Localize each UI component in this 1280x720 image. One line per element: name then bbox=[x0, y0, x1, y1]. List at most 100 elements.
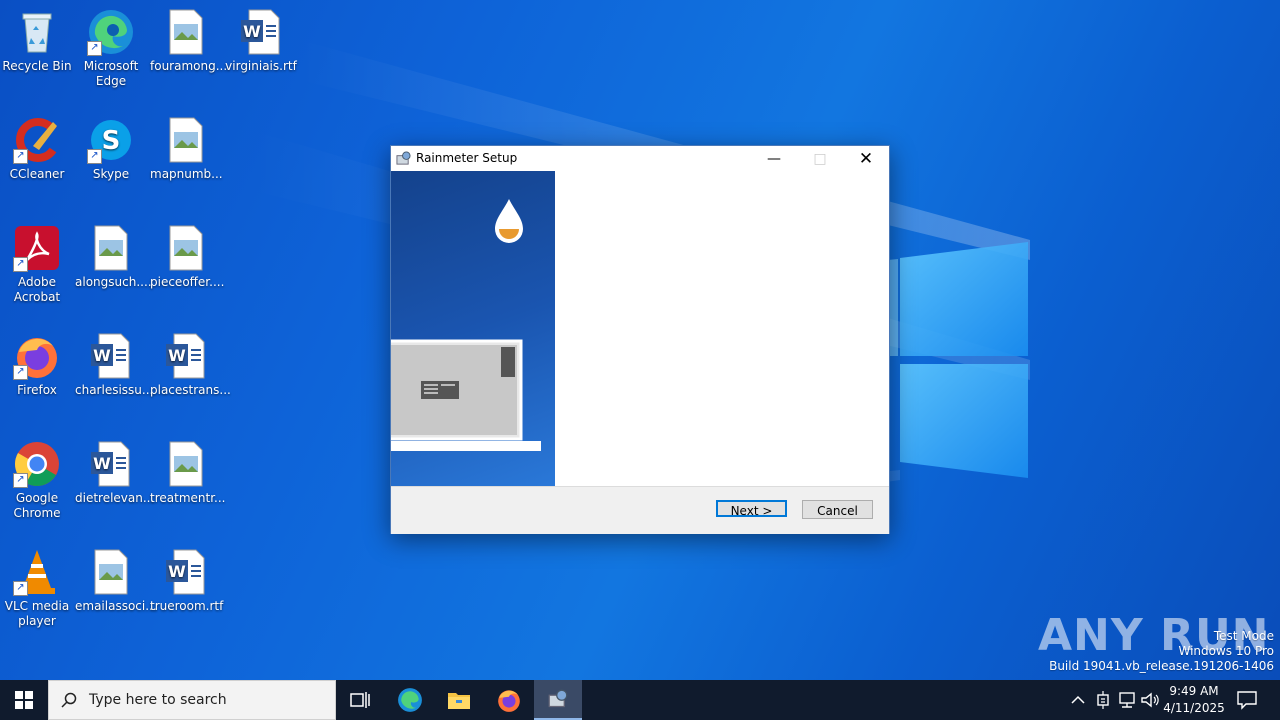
show-hidden-icons-button[interactable] bbox=[1068, 690, 1088, 714]
desktop-icon-label: VLC media player bbox=[4, 599, 70, 628]
windows-logo-icon bbox=[15, 691, 33, 709]
firefox-icon bbox=[498, 690, 520, 712]
word-doc-icon: W bbox=[91, 441, 130, 487]
shortcut-arrow-icon: ↗ bbox=[13, 365, 28, 380]
desktop-icon-fouramong[interactable]: fouramong... bbox=[150, 8, 228, 74]
shortcut-arrow-icon: ↗ bbox=[87, 149, 102, 164]
shortcut-arrow-icon: ↗ bbox=[13, 473, 28, 488]
taskbar-rainmeter-setup[interactable] bbox=[534, 680, 582, 720]
image-file-icon bbox=[94, 549, 128, 595]
desktop-icon-label: mapnumb... bbox=[150, 167, 223, 181]
maximize-button: □ bbox=[797, 146, 843, 171]
taskbar-search-box[interactable]: Type here to search bbox=[48, 680, 336, 720]
word-doc-icon: W bbox=[91, 333, 130, 379]
watermark-edition: Windows 10 Pro bbox=[1178, 644, 1274, 658]
cancel-button[interactable]: Cancel bbox=[802, 500, 873, 519]
shortcut-arrow-icon: ↗ bbox=[87, 41, 102, 56]
rainmeter-setup-dialog: Rainmeter Setup — □ ✕ Next > Cancel bbox=[390, 145, 890, 534]
shortcut-arrow-icon: ↗ bbox=[13, 581, 28, 596]
desktop-icon-google-chrome[interactable]: ↗ Google Chrome bbox=[1, 440, 73, 521]
start-button[interactable] bbox=[0, 680, 48, 720]
image-file-icon bbox=[169, 9, 203, 55]
minimize-icon: — bbox=[767, 150, 781, 167]
desktop-icon-label: fouramong... bbox=[150, 59, 228, 73]
installer-banner bbox=[391, 171, 555, 486]
close-icon: ✕ bbox=[858, 148, 874, 169]
search-icon bbox=[61, 692, 77, 708]
recycle-bin-icon bbox=[22, 13, 52, 53]
desktop-icon-vlc-media-player[interactable]: ↗ VLC media player bbox=[1, 548, 73, 629]
notification-icon bbox=[1237, 691, 1257, 710]
tray-volume[interactable] bbox=[1140, 690, 1160, 714]
next-button[interactable]: Next > bbox=[716, 500, 787, 518]
close-button[interactable]: ✕ bbox=[843, 146, 889, 171]
desktop-icon-ccleaner[interactable]: ↗ CCleaner bbox=[1, 116, 73, 182]
maximize-icon: □ bbox=[813, 150, 827, 167]
installer-icon bbox=[396, 151, 411, 165]
desktop-icon-firefox[interactable]: ↗ Firefox bbox=[1, 332, 73, 398]
desktop-icon-virginiais[interactable]: W virginiais.rtf bbox=[225, 8, 297, 74]
desktop-icon-label: placestrans... bbox=[150, 383, 231, 397]
taskbar-edge[interactable] bbox=[386, 680, 434, 720]
task-view-icon bbox=[350, 692, 370, 708]
rainmeter-banner-art bbox=[391, 199, 541, 451]
edge-icon bbox=[398, 688, 422, 712]
desktop-icon-label: Google Chrome bbox=[13, 491, 61, 520]
desktop-icon-label: dietrelevan... bbox=[75, 491, 155, 505]
desktop-icon-label: CCleaner bbox=[9, 167, 65, 181]
desktop-icon-charlesissu[interactable]: W charlesissu... bbox=[75, 332, 154, 398]
desktop-icon-skype[interactable]: S ↗ Skype bbox=[75, 116, 147, 182]
taskbar-firefox[interactable] bbox=[485, 680, 533, 720]
desktop-icon-label: trueroom.rtf bbox=[150, 599, 224, 613]
desktop-icon-emailassoci[interactable]: emailassoci... bbox=[75, 548, 157, 614]
desktop-icon-label: Skype bbox=[92, 167, 130, 181]
task-view-button[interactable] bbox=[336, 680, 384, 720]
desktop-icon-label: alongsuch.... bbox=[75, 275, 152, 289]
word-doc-icon: W bbox=[166, 333, 205, 379]
desktop-icon-placestrans[interactable]: W placestrans... bbox=[150, 332, 231, 398]
image-file-icon bbox=[169, 441, 203, 487]
desktop-icon-label: pieceoffer.... bbox=[150, 275, 225, 289]
taskbar-file-explorer[interactable] bbox=[435, 680, 483, 720]
clock-date: 4/11/2025 bbox=[1163, 701, 1225, 715]
desktop-icon-mapnumb[interactable]: mapnumb... bbox=[150, 116, 223, 182]
desktop-icon-label: Recycle Bin bbox=[2, 59, 72, 73]
watermark-build: Build 19041.vb_release.191206-1406 bbox=[1049, 659, 1274, 673]
tray-network[interactable] bbox=[1117, 690, 1137, 714]
action-center-button[interactable] bbox=[1236, 690, 1258, 714]
desktop-icon-label: Adobe Acrobat bbox=[13, 275, 61, 304]
minimize-button[interactable]: — bbox=[751, 146, 797, 171]
dialog-title: Rainmeter Setup bbox=[416, 151, 518, 165]
desktop-icon-recycle-bin[interactable]: Recycle Bin bbox=[1, 8, 73, 74]
shortcut-arrow-icon: ↗ bbox=[13, 257, 28, 272]
svg-text:W: W bbox=[243, 22, 261, 41]
svg-text:W: W bbox=[93, 346, 111, 365]
word-doc-icon: W bbox=[241, 9, 280, 55]
desktop-icon-label: treatmentr... bbox=[150, 491, 226, 505]
taskbar-clock[interactable]: 9:49 AM 4/11/2025 bbox=[1162, 683, 1226, 717]
desktop-icon-pieceoffer[interactable]: pieceoffer.... bbox=[150, 224, 225, 290]
desktop-icon-microsoft-edge[interactable]: ↗ Microsoft Edge bbox=[75, 8, 147, 89]
desktop-icon-dietrelevan[interactable]: W dietrelevan... bbox=[75, 440, 155, 506]
desktop-icon-label: virginiais.rtf bbox=[225, 59, 297, 73]
desktop-icon-label: Firefox bbox=[17, 383, 57, 397]
image-file-icon bbox=[169, 225, 203, 271]
clock-time: 9:49 AM bbox=[1169, 684, 1219, 698]
desktop-icon-alongsuch[interactable]: alongsuch.... bbox=[75, 224, 152, 290]
network-icon bbox=[1119, 692, 1135, 708]
installer-icon bbox=[548, 689, 568, 708]
desktop-icon-label: emailassoci... bbox=[75, 599, 157, 613]
shortcut-arrow-icon: ↗ bbox=[13, 149, 28, 164]
speaker-icon bbox=[1141, 692, 1159, 708]
word-doc-icon: W bbox=[166, 549, 205, 595]
desktop-icon-adobe-acrobat[interactable]: ↗ Adobe Acrobat bbox=[1, 224, 73, 305]
desktop-icon-trueroom[interactable]: W trueroom.rtf bbox=[150, 548, 224, 614]
dialog-footer: Next > Cancel bbox=[391, 486, 889, 534]
dialog-titlebar[interactable]: Rainmeter Setup — □ ✕ bbox=[391, 146, 889, 171]
svg-text:S: S bbox=[102, 126, 121, 156]
search-placeholder: Type here to search bbox=[89, 692, 227, 708]
tray-device-icon[interactable] bbox=[1094, 690, 1112, 714]
desktop-icon-label: charlesissu... bbox=[75, 383, 154, 397]
desktop-icon-treatmentr[interactable]: treatmentr... bbox=[150, 440, 226, 506]
installer-content bbox=[555, 171, 889, 486]
